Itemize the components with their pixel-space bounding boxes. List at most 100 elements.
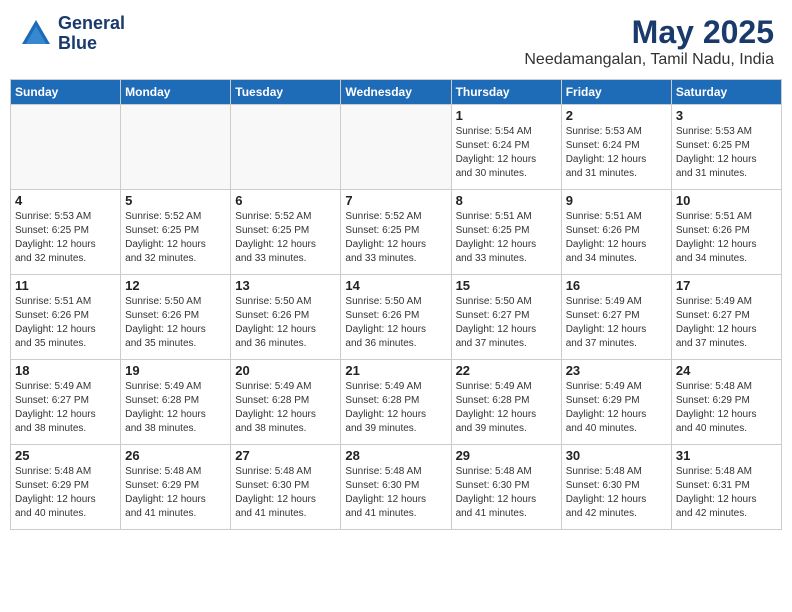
day-number: 25 — [15, 448, 116, 463]
calendar-week-row: 11 Sunrise: 5:51 AM Sunset: 6:26 PM Dayli… — [11, 275, 782, 360]
cell-daylight-info: Sunrise: 5:54 AM Sunset: 6:24 PM Dayligh… — [456, 125, 557, 181]
day-number: 27 — [235, 448, 336, 463]
cell-daylight-info: Sunrise: 5:49 AM Sunset: 6:28 PM Dayligh… — [125, 380, 226, 436]
calendar-cell: 4 Sunrise: 5:53 AM Sunset: 6:25 PM Daylig… — [11, 190, 121, 275]
day-number: 3 — [676, 108, 777, 123]
weekday-header: Wednesday — [341, 80, 451, 105]
calendar-cell — [11, 105, 121, 190]
day-number: 1 — [456, 108, 557, 123]
cell-daylight-info: Sunrise: 5:51 AM Sunset: 6:25 PM Dayligh… — [456, 210, 557, 266]
calendar-week-row: 25 Sunrise: 5:48 AM Sunset: 6:29 PM Dayli… — [11, 445, 782, 530]
location: Needamangalan, Tamil Nadu, India — [524, 51, 774, 69]
calendar-cell: 3 Sunrise: 5:53 AM Sunset: 6:25 PM Daylig… — [671, 105, 781, 190]
calendar-cell — [341, 105, 451, 190]
day-number: 2 — [566, 108, 667, 123]
cell-daylight-info: Sunrise: 5:48 AM Sunset: 6:29 PM Dayligh… — [125, 465, 226, 521]
weekday-header-row: SundayMondayTuesdayWednesdayThursdayFrid… — [11, 80, 782, 105]
cell-daylight-info: Sunrise: 5:49 AM Sunset: 6:27 PM Dayligh… — [566, 295, 667, 351]
day-number: 4 — [15, 193, 116, 208]
day-number: 31 — [676, 448, 777, 463]
day-number: 17 — [676, 278, 777, 293]
calendar-cell: 16 Sunrise: 5:49 AM Sunset: 6:27 PM Dayli… — [561, 275, 671, 360]
calendar-cell: 25 Sunrise: 5:48 AM Sunset: 6:29 PM Dayli… — [11, 445, 121, 530]
day-number: 9 — [566, 193, 667, 208]
title-block: May 2025 Needamangalan, Tamil Nadu, Indi… — [524, 14, 774, 69]
calendar-cell: 15 Sunrise: 5:50 AM Sunset: 6:27 PM Dayli… — [451, 275, 561, 360]
weekday-header: Monday — [121, 80, 231, 105]
day-number: 28 — [345, 448, 446, 463]
cell-daylight-info: Sunrise: 5:48 AM Sunset: 6:31 PM Dayligh… — [676, 465, 777, 521]
calendar-cell — [231, 105, 341, 190]
day-number: 15 — [456, 278, 557, 293]
day-number: 13 — [235, 278, 336, 293]
logo: General Blue — [18, 14, 125, 54]
day-number: 18 — [15, 363, 116, 378]
weekday-header: Sunday — [11, 80, 121, 105]
day-number: 6 — [235, 193, 336, 208]
calendar-week-row: 1 Sunrise: 5:54 AM Sunset: 6:24 PM Daylig… — [11, 105, 782, 190]
calendar-cell: 26 Sunrise: 5:48 AM Sunset: 6:29 PM Dayli… — [121, 445, 231, 530]
calendar-cell: 14Sunrise: 5:50 AM Sunset: 6:26 PM Dayli… — [341, 275, 451, 360]
cell-daylight-info: Sunrise: 5:52 AM Sunset: 6:25 PM Dayligh… — [235, 210, 336, 266]
cell-daylight-info: Sunrise: 5:51 AM Sunset: 6:26 PM Dayligh… — [15, 295, 116, 351]
day-number: 16 — [566, 278, 667, 293]
cell-daylight-info: Sunrise: 5:50 AM Sunset: 6:26 PM Dayligh… — [125, 295, 226, 351]
logo-line1: General — [58, 14, 125, 34]
calendar-cell: 22 Sunrise: 5:49 AM Sunset: 6:28 PM Dayli… — [451, 360, 561, 445]
cell-daylight-info: Sunrise: 5:50 AM Sunset: 6:26 PM Dayligh… — [345, 295, 446, 351]
calendar-cell: 10Sunrise: 5:51 AM Sunset: 6:26 PM Dayli… — [671, 190, 781, 275]
cell-daylight-info: Sunrise: 5:53 AM Sunset: 6:25 PM Dayligh… — [15, 210, 116, 266]
cell-daylight-info: Sunrise: 5:48 AM Sunset: 6:29 PM Dayligh… — [15, 465, 116, 521]
calendar-cell: 31 Sunrise: 5:48 AM Sunset: 6:31 PM Dayli… — [671, 445, 781, 530]
day-number: 29 — [456, 448, 557, 463]
cell-daylight-info: Sunrise: 5:50 AM Sunset: 6:26 PM Dayligh… — [235, 295, 336, 351]
month-year: May 2025 — [524, 14, 774, 51]
cell-daylight-info: Sunrise: 5:48 AM Sunset: 6:30 PM Dayligh… — [456, 465, 557, 521]
weekday-header: Saturday — [671, 80, 781, 105]
cell-daylight-info: Sunrise: 5:49 AM Sunset: 6:27 PM Dayligh… — [676, 295, 777, 351]
cell-daylight-info: Sunrise: 5:48 AM Sunset: 6:30 PM Dayligh… — [345, 465, 446, 521]
cell-daylight-info: Sunrise: 5:50 AM Sunset: 6:27 PM Dayligh… — [456, 295, 557, 351]
day-number: 8 — [456, 193, 557, 208]
day-number: 11 — [15, 278, 116, 293]
calendar-cell: 13 Sunrise: 5:50 AM Sunset: 6:26 PM Dayli… — [231, 275, 341, 360]
calendar-cell: 11 Sunrise: 5:51 AM Sunset: 6:26 PM Dayli… — [11, 275, 121, 360]
day-number: 5 — [125, 193, 226, 208]
day-number: 7 — [345, 193, 446, 208]
day-number: 22 — [456, 363, 557, 378]
calendar-cell: 6 Sunrise: 5:52 AM Sunset: 6:25 PM Daylig… — [231, 190, 341, 275]
cell-daylight-info: Sunrise: 5:53 AM Sunset: 6:25 PM Dayligh… — [676, 125, 777, 181]
cell-daylight-info: Sunrise: 5:49 AM Sunset: 6:27 PM Dayligh… — [15, 380, 116, 436]
cell-daylight-info: Sunrise: 5:53 AM Sunset: 6:24 PM Dayligh… — [566, 125, 667, 181]
calendar-cell: 21Sunrise: 5:49 AM Sunset: 6:28 PM Dayli… — [341, 360, 451, 445]
calendar-cell: 5Sunrise: 5:52 AM Sunset: 6:25 PM Daylig… — [121, 190, 231, 275]
calendar-cell: 29 Sunrise: 5:48 AM Sunset: 6:30 PM Dayli… — [451, 445, 561, 530]
weekday-header: Thursday — [451, 80, 561, 105]
calendar-cell: 1 Sunrise: 5:54 AM Sunset: 6:24 PM Daylig… — [451, 105, 561, 190]
weekday-header: Tuesday — [231, 80, 341, 105]
calendar-cell: 19 Sunrise: 5:49 AM Sunset: 6:28 PM Dayli… — [121, 360, 231, 445]
cell-daylight-info: Sunrise: 5:48 AM Sunset: 6:30 PM Dayligh… — [566, 465, 667, 521]
cell-daylight-info: Sunrise: 5:49 AM Sunset: 6:28 PM Dayligh… — [235, 380, 336, 436]
day-number: 24 — [676, 363, 777, 378]
calendar-cell: 18 Sunrise: 5:49 AM Sunset: 6:27 PM Dayli… — [11, 360, 121, 445]
calendar-cell: 2 Sunrise: 5:53 AM Sunset: 6:24 PM Daylig… — [561, 105, 671, 190]
day-number: 26 — [125, 448, 226, 463]
day-number: 30 — [566, 448, 667, 463]
calendar-cell: 9 Sunrise: 5:51 AM Sunset: 6:26 PM Daylig… — [561, 190, 671, 275]
calendar-week-row: 4 Sunrise: 5:53 AM Sunset: 6:25 PM Daylig… — [11, 190, 782, 275]
day-number: 19 — [125, 363, 226, 378]
calendar-cell: 20 Sunrise: 5:49 AM Sunset: 6:28 PM Dayli… — [231, 360, 341, 445]
logo-line2: Blue — [58, 34, 125, 54]
cell-daylight-info: Sunrise: 5:49 AM Sunset: 6:29 PM Dayligh… — [566, 380, 667, 436]
calendar-cell: 24Sunrise: 5:48 AM Sunset: 6:29 PM Dayli… — [671, 360, 781, 445]
cell-daylight-info: Sunrise: 5:49 AM Sunset: 6:28 PM Dayligh… — [456, 380, 557, 436]
day-number: 20 — [235, 363, 336, 378]
page-header: General Blue May 2025 Needamangalan, Tam… — [10, 10, 782, 73]
day-number: 12 — [125, 278, 226, 293]
day-number: 10 — [676, 193, 777, 208]
calendar-cell: 7Sunrise: 5:52 AM Sunset: 6:25 PM Daylig… — [341, 190, 451, 275]
logo-icon — [18, 16, 54, 52]
calendar-cell: 12 Sunrise: 5:50 AM Sunset: 6:26 PM Dayli… — [121, 275, 231, 360]
cell-daylight-info: Sunrise: 5:51 AM Sunset: 6:26 PM Dayligh… — [566, 210, 667, 266]
